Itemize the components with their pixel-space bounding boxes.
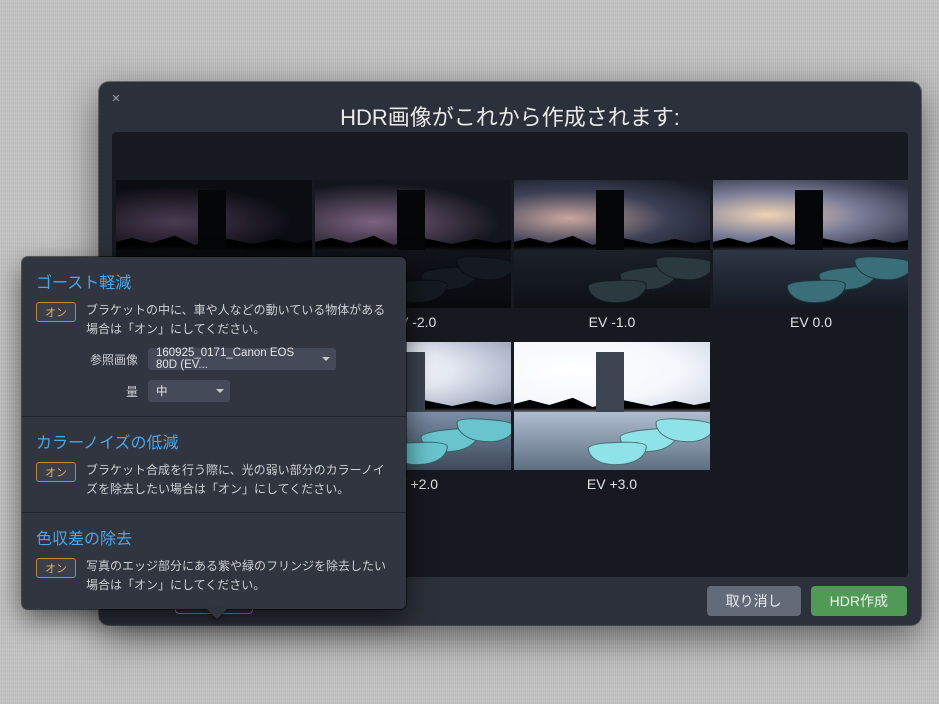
toggle-on-button[interactable]: オン [36, 302, 76, 322]
popover-section-desc: ブラケット合成を行う際に、光の弱い部分のカラーノイズを除去したい場合は「オン」に… [86, 461, 392, 498]
thumbnail-image[interactable] [713, 180, 908, 308]
popover-form-label: 参照画像 [86, 351, 138, 368]
advanced-settings-popover: ゴースト軽減オンブラケットの中に、車や人などの動いている物体がある場合は「オン」… [22, 257, 406, 609]
thumbnail-image[interactable] [514, 342, 710, 470]
popover-section: カラーノイズの低減オンブラケット合成を行う際に、光の弱い部分のカラーノイズを除去… [22, 417, 406, 513]
popover-section-title: 色収差の除去 [36, 525, 392, 549]
thumbnail-ev-label: EV 0.0 [713, 314, 908, 330]
toggle-on-button[interactable]: オン [36, 462, 76, 482]
popover-section-title: ゴースト軽減 [36, 269, 392, 293]
thumbnail-cell: EV -1.0 [514, 180, 710, 330]
close-icon[interactable]: × [107, 90, 125, 108]
popover-section-desc: 写真のエッジ部分にある紫や緑のフリンジを除去したい場合は「オン」にしてください。 [86, 557, 392, 594]
popover-section-desc: ブラケットの中に、車や人などの動いている物体がある場合は「オン」にしてください。 [86, 301, 392, 338]
cancel-button[interactable]: 取り消し [707, 586, 801, 616]
popover-form-row: 量中 [36, 380, 392, 402]
toggle-on-button[interactable]: オン [36, 558, 76, 578]
create-hdr-button[interactable]: HDR作成 [811, 586, 907, 616]
popover-section: 色収差の除去オン写真のエッジ部分にある紫や緑のフリンジを除去したい場合は「オン」… [22, 513, 406, 608]
thumbnail-ev-label: EV -1.0 [514, 314, 710, 330]
thumbnail-image[interactable] [514, 180, 710, 308]
popover-section: ゴースト軽減オンブラケットの中に、車や人などの動いている物体がある場合は「オン」… [22, 257, 406, 417]
dropdown-select[interactable]: 160925_0171_Canon EOS 80D (EV... [148, 348, 336, 370]
thumbnail-ev-label: EV +3.0 [514, 476, 710, 492]
popover-form-label: 量 [86, 383, 138, 400]
thumbnail-cell: EV 0.0 [713, 180, 908, 330]
popover-row: オン写真のエッジ部分にある紫や緑のフリンジを除去したい場合は「オン」にしてくださ… [36, 557, 392, 594]
popover-section-title: カラーノイズの低減 [36, 429, 392, 453]
popover-row: オンブラケットの中に、車や人などの動いている物体がある場合は「オン」にしてくださ… [36, 301, 392, 338]
dropdown-select[interactable]: 中 [148, 380, 230, 402]
dialog-title: HDR画像がこれから作成されます: [99, 82, 921, 138]
thumbnail-cell: EV +3.0 [514, 342, 710, 492]
popover-form-row: 参照画像 160925_0171_Canon EOS 80D (EV... [36, 348, 392, 370]
popover-row: オンブラケット合成を行う際に、光の弱い部分のカラーノイズを除去したい場合は「オン… [36, 461, 392, 498]
